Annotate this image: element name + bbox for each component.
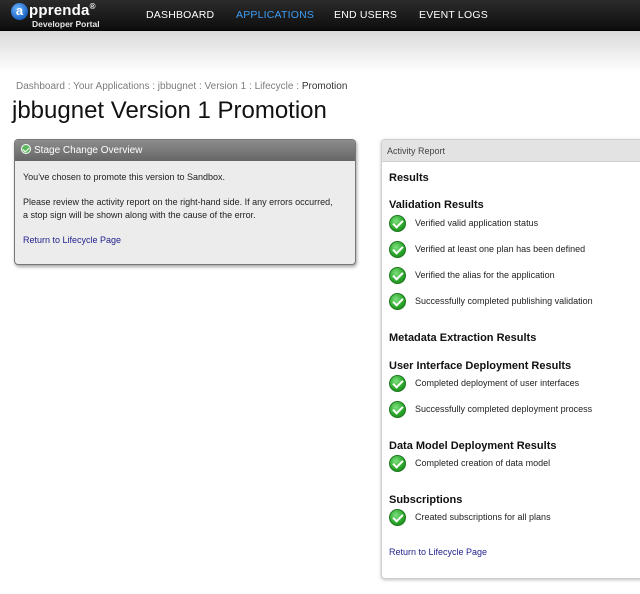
breadcrumb-current: Promotion: [301, 81, 348, 92]
result-item: Created subscriptions for all plans: [415, 512, 551, 522]
overview-line-2: Please review the activity report on the…: [23, 197, 333, 207]
overview-line-3: a stop sign will be shown along with the…: [23, 210, 256, 220]
return-to-lifecycle-link[interactable]: Return to Lifecycle Page: [23, 234, 121, 247]
result-item: Verified the alias for the application: [415, 270, 555, 280]
nav-applications[interactable]: APPLICATIONS: [236, 0, 314, 31]
section-title: Data Model Deployment Results: [389, 440, 557, 452]
stage-change-overview-panel: Stage Change Overview You've chosen to p…: [14, 139, 356, 265]
check-circle-icon: [389, 241, 406, 258]
result-item: Successfully completed publishing valida…: [415, 296, 593, 306]
check-circle-icon: [389, 455, 406, 472]
logo-mark-icon: a: [11, 3, 28, 20]
breadcrumb-your-applications[interactable]: Your Applications: [73, 81, 149, 92]
breadcrumb-version[interactable]: Version 1: [205, 81, 247, 92]
overview-header: Stage Change Overview: [15, 140, 355, 161]
nav-dashboard[interactable]: DASHBOARD: [146, 0, 214, 31]
result-item: Verified at least one plan has been defi…: [415, 244, 586, 254]
breadcrumb-app[interactable]: jbbugnet: [158, 81, 196, 92]
section-title: Metadata Extraction Results: [389, 332, 537, 344]
logo-subtitle: Developer Portal: [32, 19, 100, 29]
appenda-logo[interactable]: a pprenda® Developer Portal: [11, 2, 131, 29]
header-band: [0, 31, 640, 73]
section-title: Subscriptions: [389, 494, 463, 506]
results-title: Results: [389, 172, 429, 184]
check-circle-icon: [389, 375, 406, 392]
check-circle-icon: [389, 215, 406, 232]
breadcrumb-dashboard[interactable]: Dashboard: [16, 81, 65, 92]
breadcrumb: Dashboard : Your Applications : jbbugnet…: [16, 81, 348, 92]
logo-name: pprenda®: [29, 2, 96, 19]
section-title: User Interface Deployment Results: [389, 360, 572, 372]
activity-report-header: Activity Report: [382, 140, 640, 162]
check-circle-icon: [21, 144, 31, 154]
nav-end-users[interactable]: END USERS: [334, 0, 397, 31]
page-title: jbbugnet Version 1 Promotion: [12, 97, 327, 124]
overview-line-1: You've chosen to promote this version to…: [23, 172, 226, 182]
check-circle-icon: [389, 509, 406, 526]
activity-report-panel: Activity Report Results Validation Resul…: [381, 139, 640, 579]
result-item: Verified valid application status: [415, 218, 539, 228]
nav-event-logs[interactable]: EVENT LOGS: [419, 0, 488, 31]
result-item: Successfully completed deployment proces…: [415, 404, 593, 414]
result-item: Completed creation of data model: [415, 458, 551, 468]
section-title: Validation Results: [389, 199, 484, 211]
check-circle-icon: [389, 293, 406, 310]
top-navigation-bar: a pprenda® Developer Portal DASHBOARD AP…: [0, 0, 640, 31]
breadcrumb-lifecycle[interactable]: Lifecycle: [255, 81, 294, 92]
check-circle-icon: [389, 267, 406, 284]
check-circle-icon: [389, 401, 406, 418]
return-to-lifecycle-link[interactable]: Return to Lifecycle Page: [389, 547, 487, 557]
result-item: Completed deployment of user interfaces: [415, 378, 580, 388]
